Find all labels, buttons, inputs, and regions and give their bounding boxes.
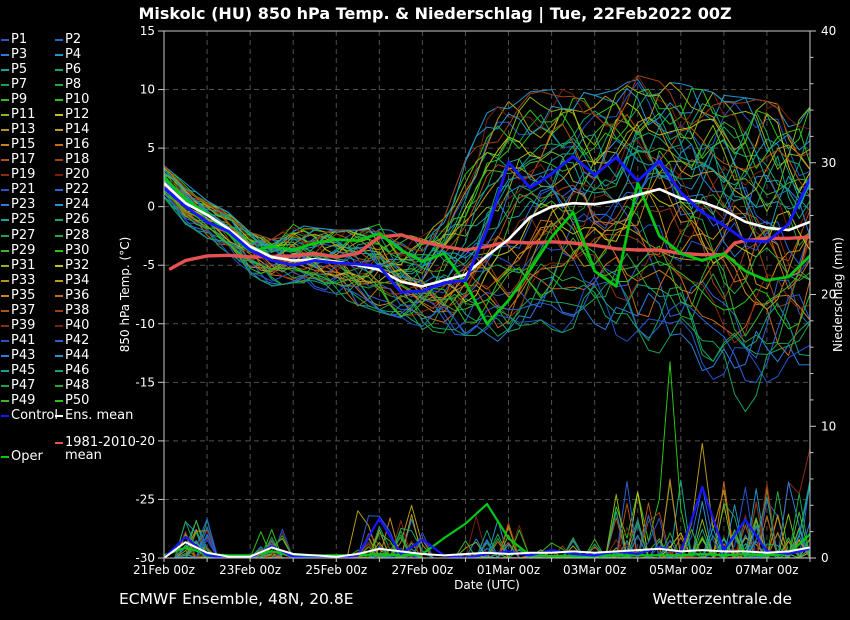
svg-text:10: 10 <box>821 419 836 433</box>
svg-text:Date (UTC): Date (UTC) <box>454 578 520 592</box>
svg-text:850 hPa Temp. (°C): 850 hPa Temp. (°C) <box>118 237 132 353</box>
svg-text:40: 40 <box>821 24 836 38</box>
svg-text:0: 0 <box>147 200 155 214</box>
member-temp-line <box>164 89 810 261</box>
svg-text:-20: -20 <box>135 434 155 448</box>
svg-text:27Feb 00z: 27Feb 00z <box>391 563 453 577</box>
footer-model-info: ECMWF Ensemble, 48N, 20.8E <box>119 590 354 608</box>
svg-text:0: 0 <box>821 551 829 565</box>
svg-text:05Mar 00z: 05Mar 00z <box>649 563 712 577</box>
svg-text:07Mar 00z: 07Mar 00z <box>735 563 798 577</box>
footer-site-name: Wetterzentrale.de <box>652 590 792 608</box>
wetterzentrale-ensemble-meteogram: Miskolc (HU) 850 hPa Temp. & Niederschla… <box>0 0 850 620</box>
svg-text:-10: -10 <box>135 317 155 331</box>
svg-text:01Mar 00z: 01Mar 00z <box>477 563 540 577</box>
svg-text:Niederschlag (mm): Niederschlag (mm) <box>831 237 845 352</box>
svg-text:-15: -15 <box>135 375 155 389</box>
svg-text:5: 5 <box>147 141 155 155</box>
member-precip-line <box>164 488 810 559</box>
svg-text:30: 30 <box>821 156 836 170</box>
svg-text:25Feb 00z: 25Feb 00z <box>305 563 367 577</box>
svg-text:15: 15 <box>140 24 155 38</box>
svg-text:10: 10 <box>140 83 155 97</box>
svg-text:-25: -25 <box>135 492 155 506</box>
svg-text:-5: -5 <box>143 258 155 272</box>
ensemble-plot-svg: 151050-5-10-15-20-25-3001020304021Feb 00… <box>0 0 850 620</box>
svg-text:21Feb 00z: 21Feb 00z <box>133 563 195 577</box>
svg-text:03Mar 00z: 03Mar 00z <box>563 563 626 577</box>
svg-text:23Feb 00z: 23Feb 00z <box>219 563 281 577</box>
ens-mean-temp-line <box>164 183 810 286</box>
